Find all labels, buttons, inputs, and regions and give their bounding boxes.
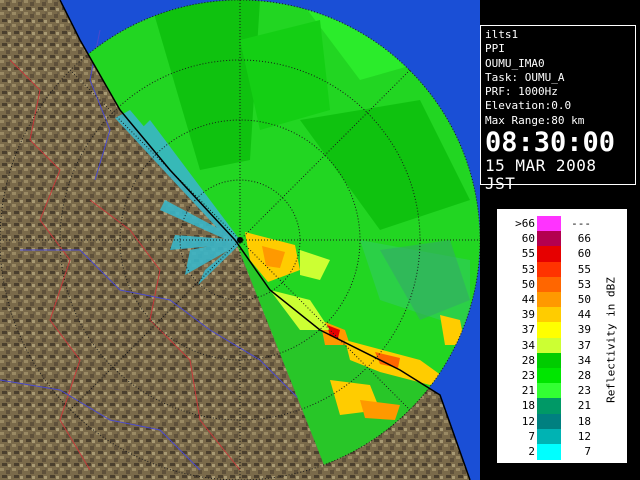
legend-low-value: 23	[521, 369, 535, 382]
legend-row: 12 18	[503, 413, 603, 430]
legend-row: 27	[503, 444, 603, 460]
elevation-value: Elevation:0.0	[485, 99, 572, 113]
legend-low-value: 12	[521, 414, 535, 428]
legend-row: 37 39	[503, 322, 603, 339]
legend-color-swatch	[537, 261, 561, 278]
legend-row: 28 34	[503, 352, 603, 369]
legend-row: 18 21	[503, 398, 603, 415]
legend-high-value: ---	[571, 217, 591, 230]
scan-date: 15 MAR 2008 JST	[485, 156, 597, 194]
legend-row: 23 28	[503, 368, 603, 384]
legend-low-value: 18	[521, 399, 535, 413]
prf-value: PRF: 1000Hz	[485, 85, 558, 99]
legend-color-swatch	[537, 383, 561, 400]
legend-low-value: 2	[528, 445, 535, 458]
scan-info-panel: ilts1 PPI OUMU_IMA0 Task: OUMU_A PRF: 10…	[480, 25, 636, 193]
legend-row: 53 55	[503, 261, 603, 278]
scan-time: 08:30:00	[485, 127, 616, 159]
legend-color-swatch	[537, 352, 561, 369]
legend-low-value: 60	[521, 232, 535, 246]
legend-row: 44 50	[503, 292, 603, 308]
legend-color-swatch	[537, 398, 561, 415]
legend-high-value: 60	[577, 247, 591, 261]
scan-name: OUMU_IMA0	[485, 56, 545, 70]
legend-row: 39 44	[503, 307, 603, 324]
legend-color-swatch	[537, 231, 561, 248]
legend-color-swatch	[537, 246, 561, 263]
legend-high-value: 55	[577, 262, 591, 276]
legend-low-value: 39	[521, 308, 535, 322]
legend-low-value: 55	[521, 247, 535, 261]
legend-low-value: >66	[515, 217, 535, 230]
legend-high-value: 28	[577, 369, 591, 382]
legend-title: Reflectivity in dBZ	[604, 220, 618, 460]
legend-color-swatch	[537, 276, 561, 293]
legend-low-value: 7	[528, 429, 535, 443]
legend-high-value: 44	[577, 308, 591, 322]
legend-low-value: 34	[521, 338, 535, 352]
legend-high-value: 53	[577, 277, 591, 291]
legend-row: 55 60	[503, 246, 603, 263]
legend-row: >66 ---	[503, 216, 603, 232]
legend-high-value: 23	[577, 384, 591, 398]
legend-high-value: 18	[577, 414, 591, 428]
legend-color-swatch	[537, 337, 561, 354]
legend-color-swatch	[537, 322, 561, 339]
legend-high-value: 66	[577, 232, 591, 246]
legend-low-value: 28	[521, 353, 535, 367]
legend-color-swatch	[537, 368, 561, 384]
max-range-value: Max Range:80 km	[485, 113, 585, 127]
legend-high-value: 7	[584, 445, 591, 458]
reflectivity-legend: >66 --- 60 66 55 60 53 55 50 53 44 50 39 44 37 39 34 37 28…	[497, 209, 627, 463]
legend-title-text: Reflectivity in dBZ	[604, 277, 618, 403]
legend-high-value: 50	[577, 293, 591, 306]
legend-color-swatch	[537, 413, 561, 430]
legend-row: 50 53	[503, 276, 603, 293]
legend-color-swatch	[537, 428, 561, 445]
legend-color-swatch	[537, 216, 561, 232]
station-id: ilts1	[485, 28, 519, 41]
radar-site-icon	[237, 237, 243, 243]
legend-row: 34 37	[503, 337, 603, 354]
legend-high-value: 12	[577, 429, 591, 443]
task-name: Task: OUMU_A	[485, 70, 565, 84]
legend-low-value: 53	[521, 262, 535, 276]
legend-row: 21 23	[503, 383, 603, 400]
legend-row: 7 12	[503, 428, 603, 445]
product-type: PPI	[485, 42, 505, 56]
radar-map-svg	[0, 0, 480, 480]
legend-low-value: 37	[521, 323, 535, 337]
radar-ppi-view[interactable]	[0, 0, 480, 480]
legend-high-value: 21	[577, 399, 591, 413]
legend-low-value: 21	[521, 384, 535, 398]
legend-low-value: 50	[521, 277, 535, 291]
legend-color-swatch	[537, 307, 561, 324]
legend-low-value: 44	[521, 293, 535, 306]
legend-row: 60 66	[503, 231, 603, 248]
legend-color-swatch	[537, 292, 561, 308]
legend-high-value: 34	[577, 353, 591, 367]
legend-high-value: 37	[577, 338, 591, 352]
legend-color-swatch	[537, 444, 561, 460]
legend-high-value: 39	[577, 323, 591, 337]
